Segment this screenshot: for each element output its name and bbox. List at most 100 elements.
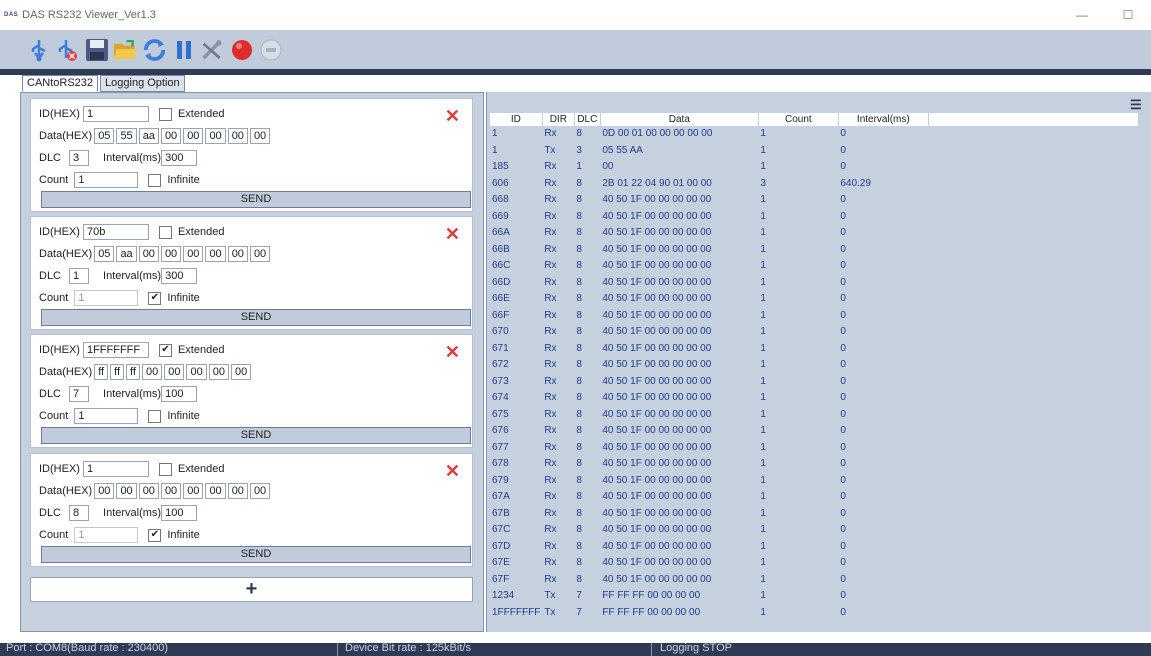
data-byte-1-input[interactable]: ff bbox=[110, 364, 125, 380]
log-row[interactable]: 66C Rx 8 40 50 1F 00 00 00 00 00 1 0 bbox=[490, 258, 1138, 275]
column-settings-icon[interactable]: ☰ bbox=[1130, 97, 1148, 113]
data-byte-7-input[interactable]: 00 bbox=[249, 246, 271, 262]
data-byte-2-input[interactable]: 00 bbox=[138, 483, 159, 499]
add-message-button[interactable]: + bbox=[30, 577, 473, 602]
log-row[interactable]: 67A Rx 8 40 50 1F 00 00 00 00 00 1 0 bbox=[490, 489, 1138, 506]
extended-checkbox[interactable] bbox=[158, 462, 172, 476]
id-input[interactable]: 1 bbox=[82, 461, 149, 477]
refresh-icon[interactable] bbox=[142, 37, 167, 63]
data-byte-2-input[interactable]: 00 bbox=[138, 246, 159, 262]
data-byte-5-input[interactable]: 00 bbox=[205, 246, 226, 262]
log-row[interactable]: 67D Rx 8 40 50 1F 00 00 00 00 00 1 0 bbox=[490, 539, 1138, 556]
data-byte-6-input[interactable]: 00 bbox=[227, 128, 248, 144]
data-byte-0-input[interactable]: 00 bbox=[94, 483, 115, 499]
minimize-button[interactable]: — bbox=[1059, 0, 1105, 30]
close-icon[interactable]: ✕ bbox=[445, 462, 460, 480]
log-row[interactable]: 671 Rx 8 40 50 1F 00 00 00 00 00 1 0 bbox=[490, 341, 1138, 358]
send-button[interactable]: SEND bbox=[41, 546, 471, 563]
infinite-checkbox[interactable]: ✔ bbox=[148, 291, 162, 305]
extended-checkbox[interactable] bbox=[158, 225, 172, 239]
log-row[interactable]: 676 Rx 8 40 50 1F 00 00 00 00 00 1 0 bbox=[490, 423, 1138, 440]
log-row[interactable]: 66A Rx 8 40 50 1F 00 00 00 00 00 1 0 bbox=[490, 225, 1138, 242]
dlc-input[interactable]: 3 bbox=[69, 150, 90, 166]
id-input[interactable]: 1FFFFFFF bbox=[82, 342, 149, 358]
log-row[interactable]: 66F Rx 8 40 50 1F 00 00 00 00 00 1 0 bbox=[490, 308, 1138, 325]
data-byte-0-input[interactable]: 05 bbox=[94, 128, 115, 144]
id-input[interactable]: 1 bbox=[82, 106, 149, 122]
send-button[interactable]: SEND bbox=[41, 309, 471, 326]
usb-connect-icon[interactable] bbox=[26, 37, 51, 63]
log-row[interactable]: 672 Rx 8 40 50 1F 00 00 00 00 00 1 0 bbox=[490, 357, 1138, 374]
data-byte-4-input[interactable]: 00 bbox=[183, 246, 204, 262]
log-row[interactable]: 674 Rx 8 40 50 1F 00 00 00 00 00 1 0 bbox=[490, 390, 1138, 407]
log-row[interactable]: 1 Tx 3 05 55 AA 1 0 bbox=[490, 143, 1138, 160]
log-row[interactable]: 67B Rx 8 40 50 1F 00 00 00 00 00 1 0 bbox=[490, 506, 1138, 523]
log-row[interactable]: 66E Rx 8 40 50 1F 00 00 00 00 00 1 0 bbox=[490, 291, 1138, 308]
data-byte-3-input[interactable]: 00 bbox=[160, 483, 182, 499]
log-row[interactable]: 1234 Tx 7 FF FF FF 00 00 00 00 1 0 bbox=[490, 588, 1138, 605]
interval-input[interactable]: 100 bbox=[161, 505, 198, 521]
data-byte-5-input[interactable]: 00 bbox=[205, 483, 226, 499]
data-byte-7-input[interactable]: 00 bbox=[249, 128, 271, 144]
interval-input[interactable]: 300 bbox=[161, 268, 198, 284]
infinite-checkbox[interactable]: ✔ bbox=[148, 528, 162, 542]
log-row[interactable]: 1 Rx 8 0D 00 01 00 00 00 00 00 1 0 bbox=[490, 126, 1138, 143]
log-row[interactable]: 677 Rx 8 40 50 1F 00 00 00 00 00 1 0 bbox=[490, 440, 1138, 457]
data-byte-3-input[interactable]: 00 bbox=[160, 246, 182, 262]
data-byte-3-input[interactable]: 00 bbox=[141, 364, 163, 380]
data-byte-5-input[interactable]: 00 bbox=[205, 128, 226, 144]
count-input[interactable]: 1 bbox=[74, 408, 139, 424]
dlc-input[interactable]: 8 bbox=[69, 505, 90, 521]
data-byte-2-input[interactable]: aa bbox=[138, 128, 159, 144]
column-header[interactable]: Data bbox=[600, 113, 759, 126]
stop-record-icon[interactable] bbox=[258, 37, 283, 63]
data-byte-4-input[interactable]: 00 bbox=[183, 483, 204, 499]
data-byte-2-input[interactable]: ff bbox=[126, 364, 140, 380]
tools-icon[interactable] bbox=[200, 37, 225, 63]
infinite-checkbox[interactable] bbox=[148, 173, 162, 187]
maximize-button[interactable]: ☐ bbox=[1105, 0, 1151, 30]
extended-checkbox[interactable]: ✔ bbox=[158, 343, 172, 357]
column-header[interactable]: ID bbox=[490, 113, 543, 126]
data-byte-1-input[interactable]: 00 bbox=[116, 483, 137, 499]
send-button[interactable]: SEND bbox=[41, 191, 471, 208]
extended-checkbox[interactable] bbox=[158, 107, 172, 121]
log-row[interactable]: 66B Rx 8 40 50 1F 00 00 00 00 00 1 0 bbox=[490, 242, 1138, 259]
log-row[interactable]: 679 Rx 8 40 50 1F 00 00 00 00 00 1 0 bbox=[490, 473, 1138, 490]
count-input[interactable]: 1 bbox=[74, 527, 139, 543]
data-byte-7-input[interactable]: 00 bbox=[230, 364, 252, 380]
id-input[interactable]: 70b bbox=[82, 224, 149, 240]
data-byte-7-input[interactable]: 00 bbox=[249, 483, 271, 499]
log-row[interactable]: 67C Rx 8 40 50 1F 00 00 00 00 00 1 0 bbox=[490, 522, 1138, 539]
send-button[interactable]: SEND bbox=[41, 427, 471, 444]
data-byte-6-input[interactable]: 00 bbox=[227, 483, 248, 499]
column-header[interactable]: DLC bbox=[574, 113, 601, 126]
dlc-input[interactable]: 7 bbox=[69, 386, 90, 402]
dlc-input[interactable]: 1 bbox=[69, 268, 90, 284]
log-row[interactable]: 668 Rx 8 40 50 1F 00 00 00 00 00 1 0 bbox=[490, 192, 1138, 209]
data-byte-0-input[interactable]: ff bbox=[94, 364, 109, 380]
pause-icon[interactable] bbox=[171, 37, 196, 63]
close-icon[interactable]: ✕ bbox=[445, 343, 460, 361]
data-byte-1-input[interactable]: 55 bbox=[116, 128, 137, 144]
data-byte-4-input[interactable]: 00 bbox=[183, 128, 204, 144]
log-row[interactable]: 606 Rx 8 2B 01 22 04 90 01 00 00 3 640.29 bbox=[490, 176, 1138, 193]
count-input[interactable]: 1 bbox=[74, 290, 139, 306]
data-byte-3-input[interactable]: 00 bbox=[160, 128, 182, 144]
log-row[interactable]: 678 Rx 8 40 50 1F 00 00 00 00 00 1 0 bbox=[490, 456, 1138, 473]
log-row[interactable]: 670 Rx 8 40 50 1F 00 00 00 00 00 1 0 bbox=[490, 324, 1138, 341]
interval-input[interactable]: 300 bbox=[161, 150, 198, 166]
data-byte-5-input[interactable]: 00 bbox=[186, 364, 207, 380]
count-input[interactable]: 1 bbox=[74, 172, 139, 188]
tab-logging-option[interactable]: Logging Option bbox=[100, 75, 185, 92]
record-icon[interactable] bbox=[229, 37, 254, 63]
column-header[interactable]: Interval(ms) bbox=[838, 113, 929, 126]
data-byte-6-input[interactable]: 00 bbox=[208, 364, 229, 380]
log-row[interactable]: 1FFFFFFF Tx 7 FF FF FF 00 00 00 00 1 0 bbox=[490, 605, 1138, 622]
data-byte-6-input[interactable]: 00 bbox=[227, 246, 248, 262]
open-folder-icon[interactable] bbox=[113, 37, 138, 63]
data-byte-0-input[interactable]: 05 bbox=[94, 246, 115, 262]
infinite-checkbox[interactable] bbox=[148, 409, 162, 423]
tab-cantors232[interactable]: CANtoRS232 bbox=[22, 75, 99, 92]
data-byte-1-input[interactable]: aa bbox=[116, 246, 137, 262]
